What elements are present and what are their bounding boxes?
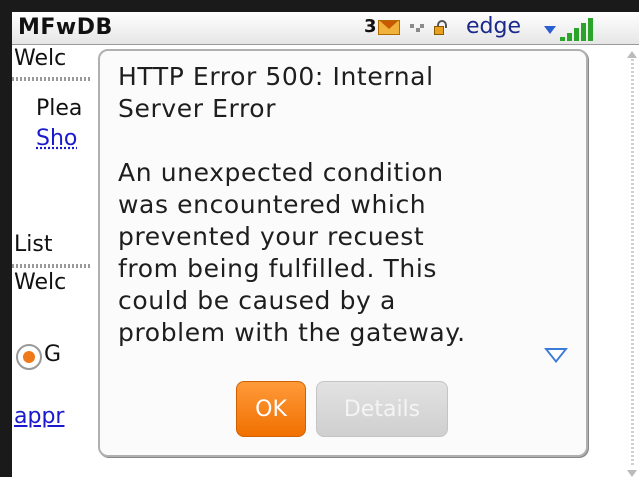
welcome-text: Welc bbox=[14, 46, 67, 71]
mail-icon bbox=[378, 20, 400, 35]
welcome-text-2: Welc bbox=[14, 270, 67, 295]
device-screen: MFwDB 3 edge Welc Plea Sho List Welc G a… bbox=[12, 12, 639, 477]
status-bar: MFwDB 3 edge bbox=[12, 12, 639, 45]
appr-link[interactable]: appr bbox=[14, 404, 64, 429]
error-dialog: HTTP Error 500: Internal Server Error An… bbox=[98, 49, 588, 457]
radio-label: G bbox=[44, 342, 62, 367]
list-text: List bbox=[14, 232, 53, 257]
signal-bars-icon bbox=[560, 17, 600, 41]
network-type-label: edge bbox=[466, 14, 521, 39]
show-link[interactable]: Sho bbox=[36, 126, 77, 151]
error-title: HTTP Error 500: Internal Server Error bbox=[118, 62, 434, 123]
radio-button[interactable] bbox=[16, 344, 42, 370]
details-button[interactable]: Details bbox=[316, 381, 448, 437]
message-count: 3 bbox=[364, 16, 377, 37]
network-arrow-icon bbox=[544, 26, 556, 34]
scroll-up-icon bbox=[627, 51, 637, 58]
page-scrollbar[interactable] bbox=[625, 45, 639, 477]
ok-button[interactable]: OK bbox=[236, 381, 306, 437]
please-text: Plea bbox=[36, 96, 83, 121]
scroll-down-more-icon[interactable] bbox=[544, 348, 568, 363]
lock-icon bbox=[432, 20, 450, 36]
scroll-down-icon bbox=[627, 470, 637, 477]
divider bbox=[12, 77, 92, 81]
error-message: An unexpected condition was encountered … bbox=[118, 158, 466, 347]
dialog-body[interactable]: HTTP Error 500: Internal Server Error An… bbox=[118, 61, 563, 371]
network-activity-icon bbox=[410, 24, 426, 34]
divider bbox=[12, 264, 92, 268]
app-title: MFwDB bbox=[18, 15, 113, 40]
scroll-track bbox=[631, 59, 634, 467]
